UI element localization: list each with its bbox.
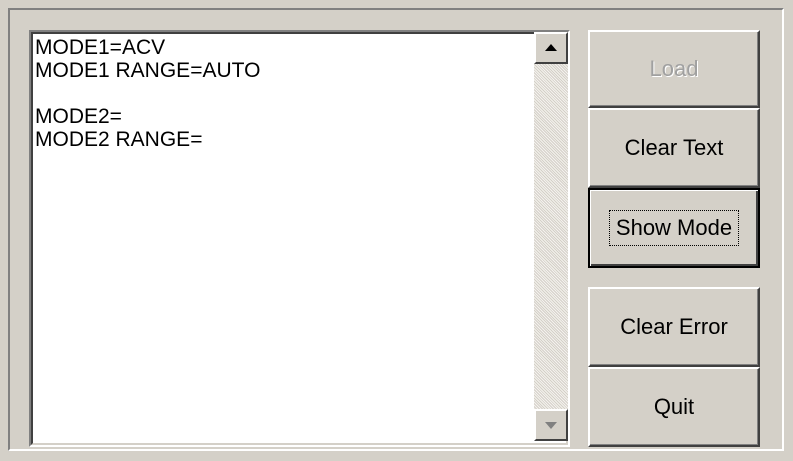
clear-error-button[interactable]: Clear Error [588,287,760,367]
quit-button-label: Quit [653,394,695,419]
output-text[interactable]: MODE1=ACV MODE1 RANGE=AUTO MODE2= MODE2 … [35,36,517,436]
clear-text-button-label: Clear Text [624,135,724,160]
load-button-label: Load [649,56,699,81]
show-mode-button-label: Show Mode [608,210,740,246]
quit-button[interactable]: Quit [588,367,760,447]
app-window: MODE1=ACV MODE1 RANGE=AUTO MODE2= MODE2 … [0,0,793,461]
scroll-down-button[interactable] [534,409,568,441]
load-button[interactable]: Load [588,30,760,108]
vertical-scrollbar[interactable] [534,32,568,441]
show-mode-button[interactable]: Show Mode [588,188,760,268]
triangle-up-icon [545,44,557,51]
triangle-down-icon [545,422,557,429]
scroll-up-button[interactable] [534,32,568,64]
output-textbox[interactable]: MODE1=ACV MODE1 RANGE=AUTO MODE2= MODE2 … [29,30,570,447]
clear-text-button[interactable]: Clear Text [588,108,760,188]
clear-error-button-label: Clear Error [620,314,728,339]
